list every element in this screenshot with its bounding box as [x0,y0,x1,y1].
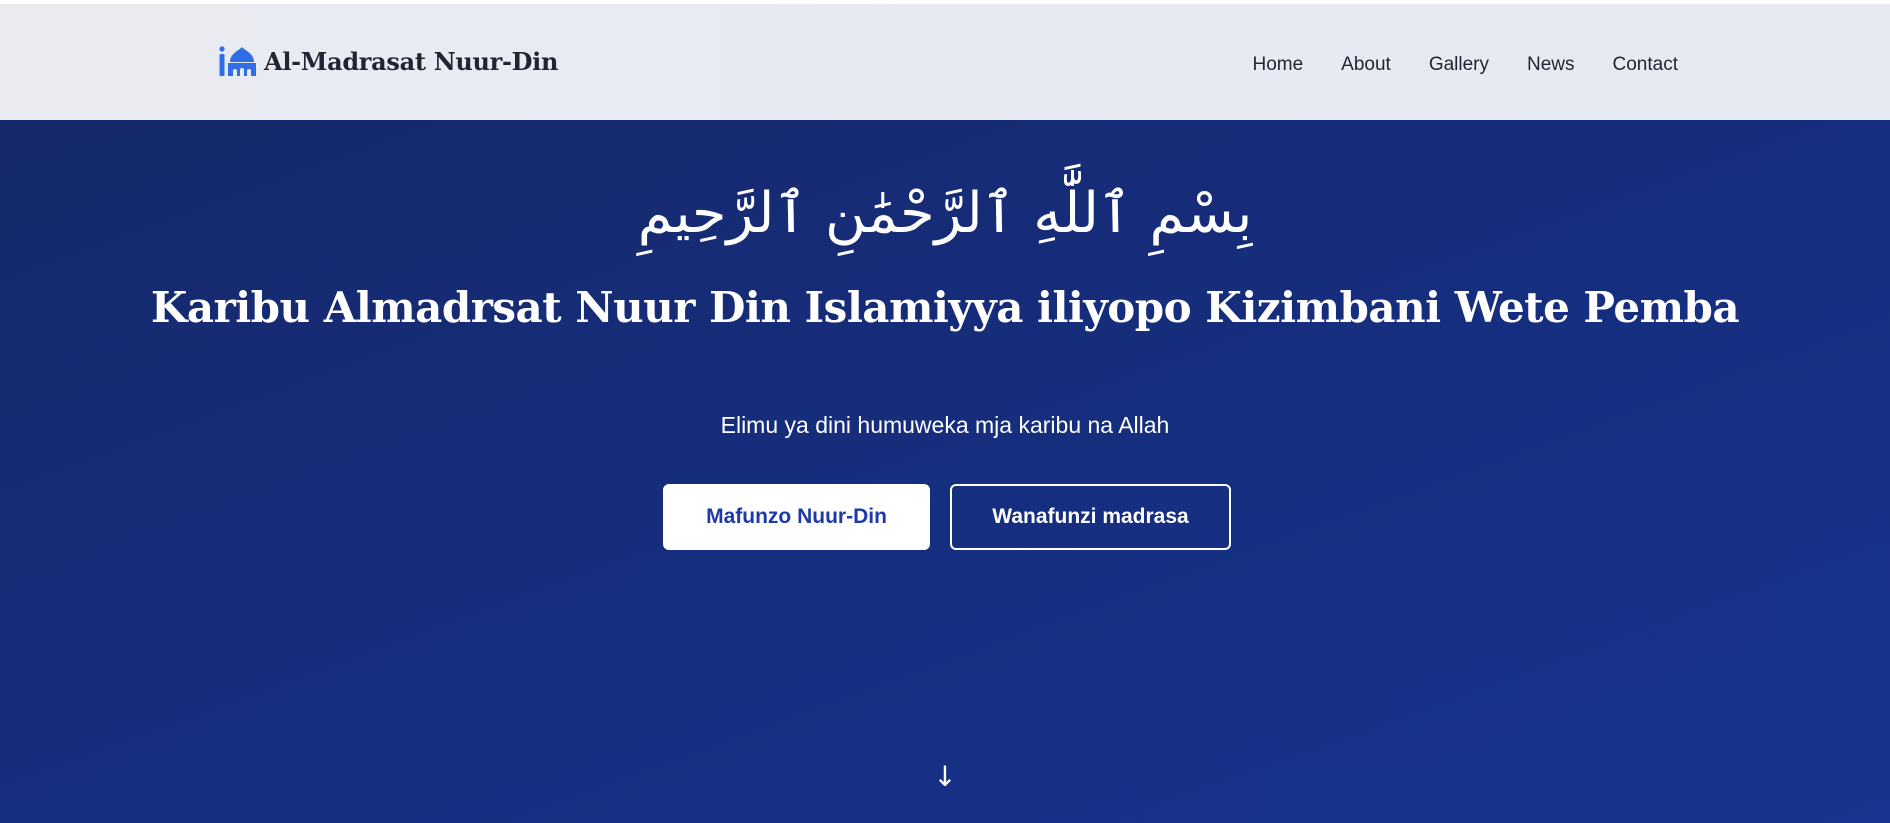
mafunzo-button[interactable]: Mafunzo Nuur-Din [663,484,930,550]
arrow-down-icon[interactable]: ↓ [933,760,956,793]
nav-link-contact[interactable]: Contact [1613,54,1678,75]
hero-section: بِسْمِ ٱللَّٰهِ ٱلرَّحْمَٰنِ ٱلرَّحِيمِ … [0,120,1890,823]
nav-item-gallery: Gallery [1429,54,1489,76]
nav-link-gallery[interactable]: Gallery [1429,54,1489,75]
nav-item-about: About [1341,54,1391,76]
bismillah-calligraphy: بِسْمِ ٱللَّٰهِ ٱلرَّحْمَٰنِ ٱلرَّحِيمِ [637,181,1253,246]
mosque-icon [219,46,256,76]
page: Al-Madrasat Nuur-Din Home About Gallery … [0,0,1890,823]
nav-link-home[interactable]: Home [1252,54,1303,75]
nav-item-news: News [1527,54,1575,76]
nav-item-home: Home [1252,54,1303,76]
nav-item-contact: Contact [1613,54,1678,76]
wanafunzi-button[interactable]: Wanafunzi madrasa [950,484,1231,550]
hero-title: Karibu Almadrsat Nuur Din Islamiyya iliy… [150,283,1740,332]
hero-subtitle: Elimu ya dini humuweka mja karibu na All… [720,412,1170,438]
nav-menu: Home About Gallery News Contact [1214,54,1678,76]
nav-link-news[interactable]: News [1527,54,1575,75]
navbar: Al-Madrasat Nuur-Din Home About Gallery … [0,4,1890,120]
nav-link-about[interactable]: About [1341,54,1391,75]
brand-link[interactable]: Al-Madrasat Nuur-Din [218,46,558,76]
brand-name: Al-Madrasat Nuur-Din [264,46,559,76]
hero-buttons: Mafunzo Nuur-Din Wanafunzi madrasa [0,484,1890,550]
